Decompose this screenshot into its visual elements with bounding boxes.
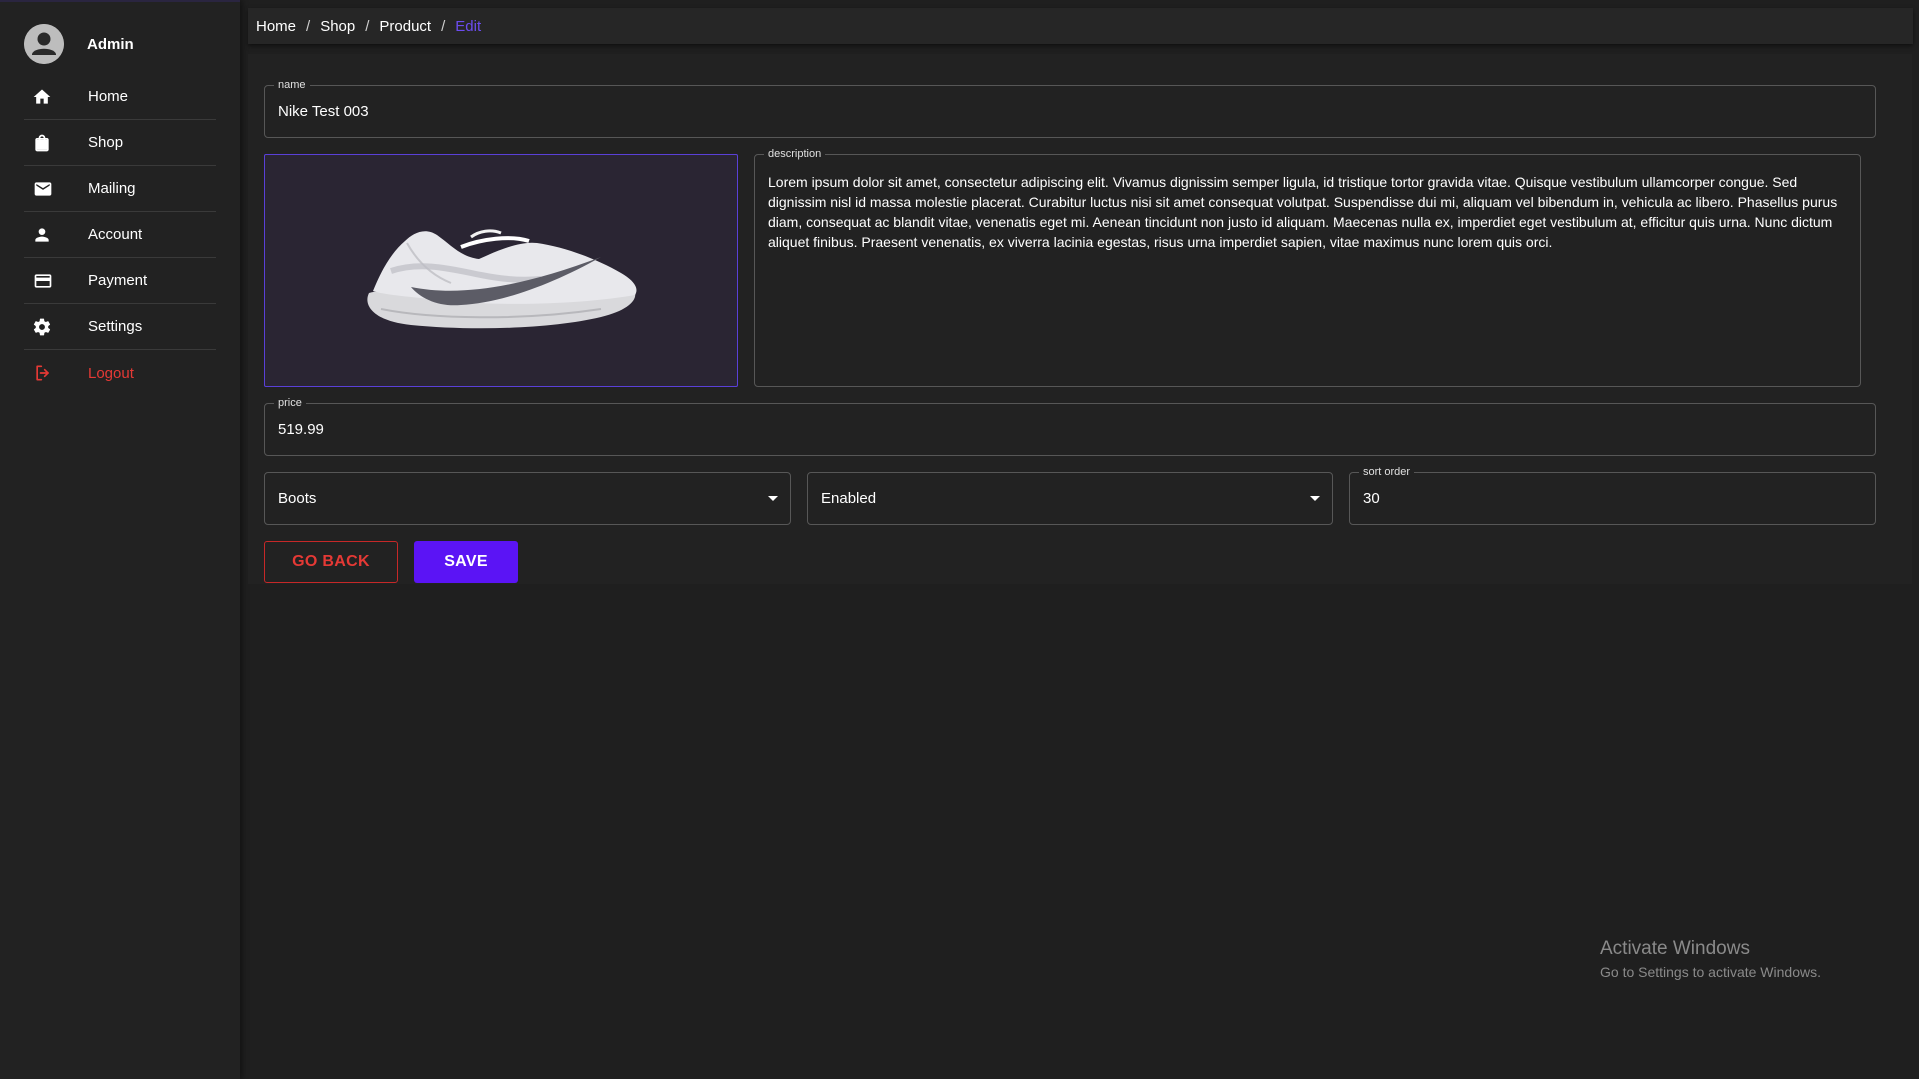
breadcrumb-home[interactable]: Home bbox=[256, 18, 296, 35]
save-button[interactable]: SAVE bbox=[414, 541, 518, 583]
shopping-bag-icon bbox=[24, 133, 64, 153]
category-value: Boots bbox=[278, 490, 317, 507]
sidebar-item-settings[interactable]: Settings bbox=[24, 304, 216, 350]
sidebar-item-payment[interactable]: Payment bbox=[24, 258, 216, 304]
sidebar-nav: Home Shop Mailing Account Payment Settin… bbox=[24, 74, 216, 396]
mail-icon bbox=[24, 179, 64, 199]
name-field[interactable]: name Nike Test 003 bbox=[264, 78, 1876, 138]
sort-order-value: 30 bbox=[1363, 490, 1380, 507]
profile-name: Admin bbox=[87, 35, 134, 53]
sidebar-item-logout[interactable]: Logout bbox=[24, 350, 216, 396]
go-back-button[interactable]: GO BACK bbox=[264, 541, 398, 583]
windows-activation-watermark: Activate Windows Go to Settings to activ… bbox=[1600, 938, 1821, 980]
sidebar: Admin Home Shop Mailing Account Payment … bbox=[0, 0, 240, 1079]
price-value: 519.99 bbox=[278, 421, 324, 438]
user-avatar-icon bbox=[24, 24, 64, 64]
sidebar-item-account[interactable]: Account bbox=[24, 212, 216, 258]
product-image[interactable] bbox=[264, 154, 738, 387]
breadcrumb-shop[interactable]: Shop bbox=[320, 18, 355, 35]
breadcrumb-separator: / bbox=[441, 17, 446, 35]
status-select[interactable]: Enabled bbox=[807, 472, 1333, 525]
logout-icon bbox=[24, 363, 64, 383]
home-icon bbox=[24, 87, 64, 107]
breadcrumb-separator: / bbox=[306, 17, 311, 35]
sidebar-item-label: Mailing bbox=[88, 180, 136, 197]
breadcrumb-product[interactable]: Product bbox=[379, 18, 431, 35]
price-field[interactable]: price 519.99 bbox=[264, 396, 1876, 456]
avatar bbox=[24, 24, 64, 64]
sneaker-image-icon bbox=[367, 228, 637, 328]
gear-icon bbox=[24, 317, 64, 337]
sidebar-item-label: Home bbox=[88, 88, 129, 105]
sidebar-item-home[interactable]: Home bbox=[24, 74, 216, 120]
category-select[interactable]: Boots bbox=[264, 472, 791, 525]
name-value: Nike Test 003 bbox=[278, 103, 369, 120]
sidebar-item-label: Shop bbox=[88, 134, 124, 151]
chevron-down-icon bbox=[768, 495, 778, 501]
chevron-down-icon bbox=[1310, 495, 1320, 501]
sidebar-item-label: Payment bbox=[88, 272, 148, 289]
description-label: description bbox=[764, 147, 826, 161]
sidebar-item-mailing[interactable]: Mailing bbox=[24, 166, 216, 212]
sidebar-item-label: Account bbox=[88, 226, 143, 243]
sidebar-item-label: Logout bbox=[88, 364, 134, 382]
description-value: Lorem ipsum dolor sit amet, consectetur … bbox=[768, 174, 1838, 250]
person-icon bbox=[24, 225, 64, 245]
sort-order-field[interactable]: sort order 30 bbox=[1349, 465, 1876, 525]
sidebar-item-label: Settings bbox=[88, 318, 143, 335]
profile: Admin bbox=[24, 24, 224, 64]
credit-card-icon bbox=[24, 271, 64, 291]
watermark-title: Activate Windows bbox=[1600, 938, 1750, 959]
watermark-subtitle: Go to Settings to activate Windows. bbox=[1600, 964, 1821, 980]
sidebar-item-shop[interactable]: Shop bbox=[24, 120, 216, 166]
breadcrumb: Home / Shop / Product / Edit bbox=[248, 8, 1913, 44]
breadcrumb-current: Edit bbox=[455, 17, 482, 35]
description-field[interactable]: description Lorem ipsum dolor sit amet, … bbox=[754, 147, 1861, 387]
top-accent bbox=[0, 0, 240, 2]
breadcrumb-separator: / bbox=[365, 17, 370, 35]
status-value: Enabled bbox=[821, 490, 877, 507]
